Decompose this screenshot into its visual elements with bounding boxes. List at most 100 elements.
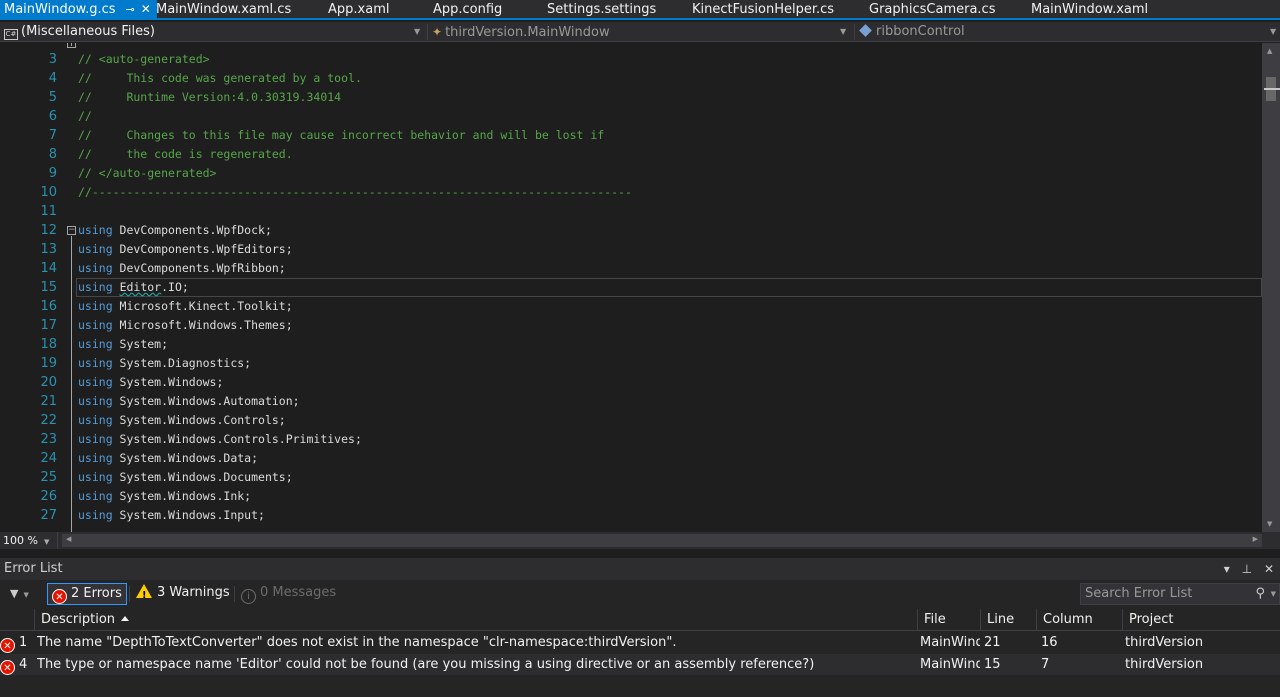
code-text: using System.Windows.Automation; — [78, 392, 300, 411]
horizontal-scrollbar[interactable]: ◀ ▶ — [62, 534, 1262, 547]
search-error-list-input[interactable]: Search Error List ⚲ ▼ — [1080, 583, 1280, 605]
collapse-region-icon[interactable]: − — [67, 43, 76, 48]
code-line[interactable]: 25 using System.Windows.Documents; — [0, 468, 1262, 487]
code-text: // — [78, 107, 92, 126]
project-dropdown[interactable]: C# (Miscellaneous Files) ▼ — [4, 23, 424, 41]
code-line[interactable]: 11 — [0, 202, 1262, 221]
zoom-level: 100 % — [3, 534, 38, 547]
tab-settings-settings[interactable]: Settings.settings — [547, 0, 656, 20]
error-list-toolbar: ▼▼ ✕2 Errors 3 Warnings i0 Messages Sear… — [0, 580, 1280, 608]
column-label: Project — [1129, 612, 1174, 627]
scroll-up-icon[interactable]: ▲ — [1267, 47, 1272, 55]
row-file: MainWind — [920, 635, 980, 650]
code-token: System.Diagnostics; — [112, 356, 252, 370]
line-number: 6 — [48, 109, 57, 124]
nav-separator — [427, 24, 428, 40]
code-line[interactable]: 9 // </auto-generated> — [0, 164, 1262, 183]
code-text: using System; — [78, 335, 168, 354]
line-number: 3 — [48, 52, 57, 67]
tab-kinectfusionhelper-cs[interactable]: KinectFusionHelper.cs — [692, 0, 834, 20]
code-editor[interactable]: − − 3// <auto-generated> 4// This code wa… — [0, 43, 1262, 532]
code-token: System.Windows.Documents; — [112, 470, 293, 484]
column-header-description[interactable]: Description — [34, 609, 917, 631]
code-line[interactable]: 7 // Changes to this file may cause incor… — [0, 126, 1262, 145]
keyword-token: using — [78, 413, 113, 427]
close-icon[interactable]: ✕ — [1264, 562, 1274, 576]
member-dropdown[interactable]: ribbonControl ▼ — [858, 23, 1280, 41]
code-line[interactable]: 24 using System.Windows.Data; — [0, 449, 1262, 468]
keyword-token: using — [78, 470, 113, 484]
code-token: System.Windows.Controls; — [112, 413, 286, 427]
line-number: 11 — [40, 204, 57, 219]
search-icon[interactable]: ⚲ — [1255, 584, 1265, 604]
code-line[interactable]: 13 using DevComponents.WpfEditors; — [0, 240, 1262, 259]
code-token: DevComponents.WpfRibbon; — [112, 261, 286, 275]
window-position-icon[interactable]: ▾ — [1224, 562, 1230, 576]
line-number: 13 — [40, 242, 57, 257]
code-line[interactable]: 22 using System.Windows.Controls; — [0, 411, 1262, 430]
code-line[interactable]: 15 using Editor.IO; — [0, 278, 1262, 297]
info-icon: i — [241, 589, 256, 604]
type-dropdown[interactable]: ✦ thirdVersion.MainWindow ▼ — [432, 23, 850, 41]
code-line[interactable]: 12 using DevComponents.WpfDock; — [0, 221, 1262, 240]
code-line[interactable]: 27 using System.Windows.Input; — [0, 506, 1262, 525]
code-line[interactable]: 17 using Microsoft.Windows.Themes; — [0, 316, 1262, 335]
errors-filter-button[interactable]: ✕ 2 Errors — [47, 583, 127, 605]
tab-mainwindow-xaml[interactable]: MainWindow.xaml — [1031, 0, 1148, 20]
code-text: using Microsoft.Windows.Themes; — [78, 316, 293, 335]
column-header-column[interactable]: Column — [1036, 609, 1122, 631]
code-line[interactable]: 6 // — [0, 107, 1262, 126]
line-number: 12 — [40, 223, 57, 238]
close-icon[interactable]: ✕ — [141, 2, 151, 16]
code-text: // <auto-generated> — [78, 50, 210, 69]
filter-icon: ▼ — [10, 587, 19, 600]
pin-icon[interactable]: ⊥ — [1242, 562, 1252, 576]
warnings-label: 3 Warnings — [157, 585, 230, 600]
vertical-scrollbar[interactable]: ▲ ▼ — [1262, 43, 1280, 532]
code-line[interactable]: 10 //------------------------------------… — [0, 183, 1262, 202]
scroll-right-icon[interactable]: ▶ — [1253, 535, 1258, 543]
line-number: 23 — [40, 432, 57, 447]
column-label: Description — [41, 612, 116, 627]
code-token: System.Windows.Controls.Primitives; — [112, 432, 362, 446]
code-line[interactable]: 26 using System.Windows.Ink; — [0, 487, 1262, 506]
code-text: using System.Windows; — [78, 373, 223, 392]
code-line[interactable]: 20 using System.Windows; — [0, 373, 1262, 392]
scroll-left-icon[interactable]: ◀ — [66, 535, 71, 543]
zoom-dropdown[interactable]: 100 % ▼ — [0, 532, 58, 549]
filter-dropdown[interactable]: ▼ ▼ — [10, 587, 29, 600]
code-line[interactable]: 8 // the code is regenerated. — [0, 145, 1262, 164]
line-number: 14 — [40, 261, 57, 276]
keyword-token: using — [78, 489, 113, 503]
tab-mainwindow-xaml-cs[interactable]: MainWindow.xaml.cs — [156, 0, 291, 20]
column-header-project[interactable]: Project — [1122, 609, 1280, 631]
warnings-filter-button[interactable]: 3 Warnings — [132, 583, 234, 606]
messages-filter-button[interactable]: i 0 Messages — [237, 583, 340, 605]
row-line: 15 — [984, 657, 1001, 672]
column-header-line[interactable]: Line — [980, 609, 1036, 631]
tab-mainwindow-g-cs[interactable]: MainWindow.g.cs ⊸ ✕ — [0, 0, 157, 20]
table-row[interactable]: ✕ 1 The name "DepthToTextConverter" does… — [0, 632, 1280, 653]
keyword-token: using — [78, 242, 113, 256]
pin-icon[interactable]: ⊸ — [126, 3, 135, 16]
code-line[interactable]: 14 using DevComponents.WpfRibbon; — [0, 259, 1262, 278]
code-text: using System.Windows.Controls; — [78, 411, 286, 430]
code-line[interactable]: 21 using System.Windows.Automation; — [0, 392, 1262, 411]
tab-label: App.config — [433, 2, 503, 17]
code-line[interactable]: 4 // This code was generated by a tool. — [0, 69, 1262, 88]
scroll-down-icon[interactable]: ▼ — [1267, 520, 1272, 528]
column-header-file[interactable]: File — [917, 609, 980, 631]
chevron-down-icon[interactable]: ▼ — [1271, 584, 1276, 604]
tab-app-config[interactable]: App.config — [433, 0, 502, 20]
code-line[interactable]: 18 using System; — [0, 335, 1262, 354]
code-line[interactable]: 5 // Runtime Version:4.0.30319.34014 — [0, 88, 1262, 107]
tab-graphicscamera-cs[interactable]: GraphicsCamera.cs — [869, 0, 995, 20]
code-line[interactable]: 16 using Microsoft.Kinect.Toolkit; — [0, 297, 1262, 316]
code-line[interactable]: 3 // <auto-generated> — [0, 50, 1262, 69]
table-row[interactable]: ✕ 4 The type or namespace name 'Editor' … — [0, 654, 1280, 675]
keyword-token: using — [78, 356, 113, 370]
tab-app-xaml[interactable]: App.xaml — [328, 0, 389, 20]
code-line[interactable]: 23 using System.Windows.Controls.Primitiv… — [0, 430, 1262, 449]
code-line[interactable]: 19 using System.Diagnostics; — [0, 354, 1262, 373]
